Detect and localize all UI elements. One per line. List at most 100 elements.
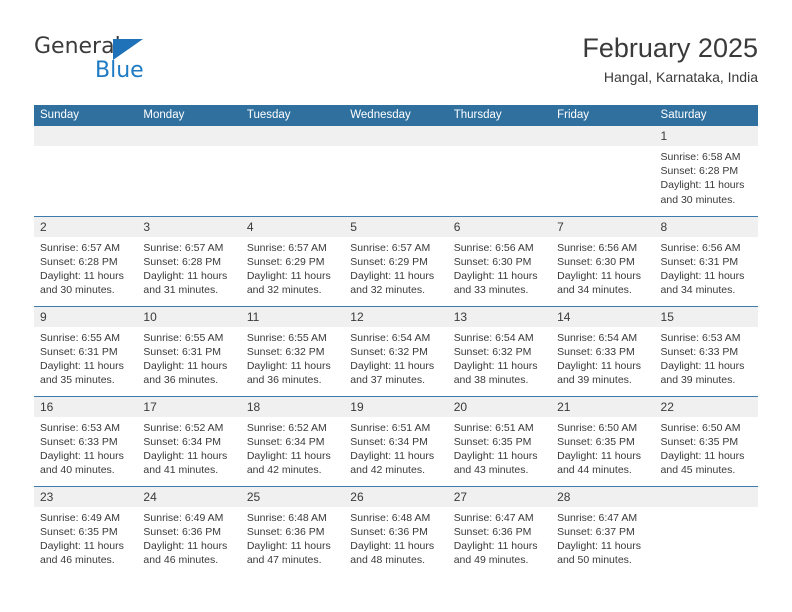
calendar-day-cell[interactable]: 19 Sunrise: 6:51 AM Sunset: 6:34 PM Dayligh… (344, 395, 448, 486)
calendar-day-cell[interactable]: 7 Sunrise: 6:56 AM Sunset: 6:30 PM Daylight… (551, 215, 655, 306)
sun-info: Sunrise: 6:55 AM Sunset: 6:31 PM Daylight:… (34, 327, 137, 388)
calendar-day-cell[interactable]: 6 Sunrise: 6:56 AM Sunset: 6:30 PM Daylight… (447, 215, 552, 306)
calendar-day-cell[interactable]: 2 Sunrise: 6:57 AM Sunset: 6:28 PM Daylight… (34, 215, 138, 306)
logo-text-blue: Blue (95, 58, 144, 83)
day-number: 20 (447, 396, 552, 417)
day-number: 6 (447, 216, 552, 237)
calendar-day-cell[interactable]: 21 Sunrise: 6:50 AM Sunset: 6:35 PM Dayligh… (551, 395, 655, 486)
sun-info: Sunrise: 6:57 AM Sunset: 6:29 PM Daylight:… (241, 237, 344, 298)
calendar-day-cell[interactable]: 14 Sunrise: 6:54 AM Sunset: 6:33 PM Dayligh… (551, 305, 655, 396)
sunrise-time: Sunrise: 6:54 AM (453, 331, 534, 344)
sunrise-time: Sunrise: 6:55 AM (143, 331, 224, 344)
sunrise-time: Sunrise: 6:52 AM (246, 421, 327, 434)
calendar-cell-empty (34, 126, 138, 216)
calendar-day-cell[interactable]: 3 Sunrise: 6:57 AM Sunset: 6:28 PM Daylight… (137, 215, 241, 306)
calendar-day-cell[interactable]: 22 Sunrise: 6:50 AM Sunset: 6:35 PM Dayligh… (654, 395, 758, 486)
sunset-time: Sunset: 6:28 PM (660, 165, 739, 178)
sunrise-time: Sunrise: 6:58 AM (660, 151, 741, 163)
sun-info: Sunrise: 6:49 AM Sunset: 6:36 PM Daylight:… (137, 507, 240, 568)
calendar-day-cell[interactable]: 11 Sunrise: 6:55 AM Sunset: 6:32 PM Dayligh… (240, 305, 345, 396)
calendar-day-cell[interactable]: 26 Sunrise: 6:48 AM Sunset: 6:36 PM Dayligh… (344, 485, 448, 576)
calendar-day-cell[interactable]: 16 Sunrise: 6:53 AM Sunset: 6:33 PM Dayligh… (34, 395, 138, 486)
day-number (344, 126, 448, 146)
daylight-duration: Daylight: 11 hours and 30 minutes. (40, 269, 124, 297)
triangle-icon (113, 39, 143, 60)
calendar-day-cell[interactable]: 13 Sunrise: 6:54 AM Sunset: 6:32 PM Dayligh… (447, 305, 552, 396)
sunrise-time: Sunrise: 6:56 AM (660, 241, 741, 254)
sunset-time: Sunset: 6:36 PM (246, 525, 325, 538)
daylight-duration: Daylight: 11 hours and 48 minutes. (350, 539, 435, 567)
day-number: 10 (137, 306, 241, 327)
daylight-duration: Daylight: 11 hours and 34 minutes. (557, 269, 641, 297)
calendar-day-cell[interactable]: 28 Sunrise: 6:47 AM Sunset: 6:37 PM Dayligh… (551, 485, 655, 576)
sun-info: Sunrise: 6:57 AM Sunset: 6:29 PM Daylight:… (344, 237, 447, 298)
sunset-time: Sunset: 6:28 PM (143, 255, 222, 268)
day-number (551, 126, 655, 146)
page-title: February 2025 (582, 33, 758, 63)
calendar-day-cell[interactable]: 4 Sunrise: 6:57 AM Sunset: 6:29 PM Daylight… (240, 215, 345, 306)
sunset-time: Sunset: 6:37 PM (557, 525, 635, 538)
sun-info: Sunrise: 6:55 AM Sunset: 6:31 PM Daylight:… (137, 327, 240, 388)
daylight-duration: Daylight: 11 hours and 31 minutes. (143, 269, 228, 297)
weekday-header-tuesday: Tuesday (240, 105, 345, 126)
page-header: General Blue February 2025 Hangal, Karna… (0, 0, 792, 104)
day-number: 12 (344, 306, 448, 327)
generalblue-logo[interactable]: General Blue (34, 34, 184, 86)
day-number (34, 126, 138, 146)
sun-info: Sunrise: 6:54 AM Sunset: 6:32 PM Daylight:… (344, 327, 447, 388)
calendar-day-cell[interactable]: 24 Sunrise: 6:49 AM Sunset: 6:36 PM Dayligh… (137, 485, 241, 576)
calendar-day-cell[interactable]: 20 Sunrise: 6:51 AM Sunset: 6:35 PM Dayligh… (447, 395, 552, 486)
sunset-time: Sunset: 6:29 PM (350, 255, 428, 268)
sunset-time: Sunset: 6:32 PM (453, 345, 532, 358)
weekday-header-wednesday: Wednesday (344, 105, 448, 126)
calendar-day-cell[interactable]: 1 Sunrise: 6:58 AM Sunset: 6:28 PM Daylight… (654, 126, 758, 216)
sunset-time: Sunset: 6:34 PM (350, 435, 428, 448)
sun-info: Sunrise: 6:58 AM Sunset: 6:28 PM Daylight:… (655, 146, 758, 207)
calendar-day-cell[interactable]: 10 Sunrise: 6:55 AM Sunset: 6:31 PM Dayligh… (137, 305, 241, 396)
day-number: 11 (240, 306, 345, 327)
daylight-duration: Daylight: 11 hours and 39 minutes. (557, 359, 641, 387)
day-number: 9 (34, 306, 138, 327)
calendar-cell-empty (240, 126, 345, 216)
calendar-day-cell[interactable]: 15 Sunrise: 6:53 AM Sunset: 6:33 PM Dayligh… (654, 305, 758, 396)
calendar-day-cell[interactable]: 8 Sunrise: 6:56 AM Sunset: 6:31 PM Daylight… (654, 215, 758, 306)
calendar-day-cell[interactable]: 25 Sunrise: 6:48 AM Sunset: 6:36 PM Dayligh… (240, 485, 345, 576)
sunset-time: Sunset: 6:35 PM (660, 435, 739, 448)
daylight-duration: Daylight: 11 hours and 40 minutes. (40, 449, 124, 477)
daylight-duration: Daylight: 11 hours and 42 minutes. (350, 449, 435, 477)
month-calendar: Sunday Monday Tuesday Wednesday Thursday… (34, 105, 758, 576)
day-number: 28 (551, 486, 655, 507)
day-number: 24 (137, 486, 241, 507)
calendar-day-cell[interactable]: 17 Sunrise: 6:52 AM Sunset: 6:34 PM Dayligh… (137, 395, 241, 486)
daylight-duration: Daylight: 11 hours and 33 minutes. (453, 269, 538, 297)
sunset-time: Sunset: 6:35 PM (40, 525, 118, 538)
day-number: 13 (447, 306, 552, 327)
sun-info: Sunrise: 6:47 AM Sunset: 6:37 PM Daylight:… (551, 507, 654, 568)
sunrise-time: Sunrise: 6:51 AM (453, 421, 534, 434)
daylight-duration: Daylight: 11 hours and 41 minutes. (143, 449, 228, 477)
calendar-day-cell[interactable]: 18 Sunrise: 6:52 AM Sunset: 6:34 PM Dayligh… (240, 395, 345, 486)
logo-text-general: General (34, 34, 121, 59)
calendar-day-cell[interactable]: 5 Sunrise: 6:57 AM Sunset: 6:29 PM Daylight… (344, 215, 448, 306)
calendar-week-row: 9 Sunrise: 6:55 AM Sunset: 6:31 PM Daylight… (34, 305, 758, 396)
sunrise-time: Sunrise: 6:48 AM (246, 511, 327, 524)
daylight-duration: Daylight: 11 hours and 46 minutes. (40, 539, 124, 567)
daylight-duration: Daylight: 11 hours and 36 minutes. (143, 359, 228, 387)
day-number: 26 (344, 486, 448, 507)
calendar-day-cell[interactable]: 27 Sunrise: 6:47 AM Sunset: 6:36 PM Dayligh… (447, 485, 552, 576)
calendar-day-cell[interactable]: 23 Sunrise: 6:49 AM Sunset: 6:35 PM Dayligh… (34, 485, 138, 576)
daylight-duration: Daylight: 11 hours and 49 minutes. (453, 539, 538, 567)
calendar-day-cell[interactable]: 9 Sunrise: 6:55 AM Sunset: 6:31 PM Daylight… (34, 305, 138, 396)
daylight-duration: Daylight: 11 hours and 50 minutes. (557, 539, 641, 567)
calendar-day-cell[interactable]: 12 Sunrise: 6:54 AM Sunset: 6:32 PM Dayligh… (344, 305, 448, 396)
sun-info: Sunrise: 6:56 AM Sunset: 6:30 PM Daylight:… (551, 237, 654, 298)
sunrise-time: Sunrise: 6:48 AM (350, 511, 431, 524)
daylight-duration: Daylight: 11 hours and 44 minutes. (557, 449, 641, 477)
sunset-time: Sunset: 6:34 PM (246, 435, 325, 448)
sunrise-time: Sunrise: 6:55 AM (40, 331, 120, 344)
sunset-time: Sunset: 6:34 PM (143, 435, 222, 448)
daylight-duration: Daylight: 11 hours and 30 minutes. (660, 179, 745, 206)
sun-info: Sunrise: 6:47 AM Sunset: 6:36 PM Daylight:… (448, 507, 551, 568)
day-number: 25 (240, 486, 345, 507)
calendar-cell-empty (551, 126, 655, 216)
